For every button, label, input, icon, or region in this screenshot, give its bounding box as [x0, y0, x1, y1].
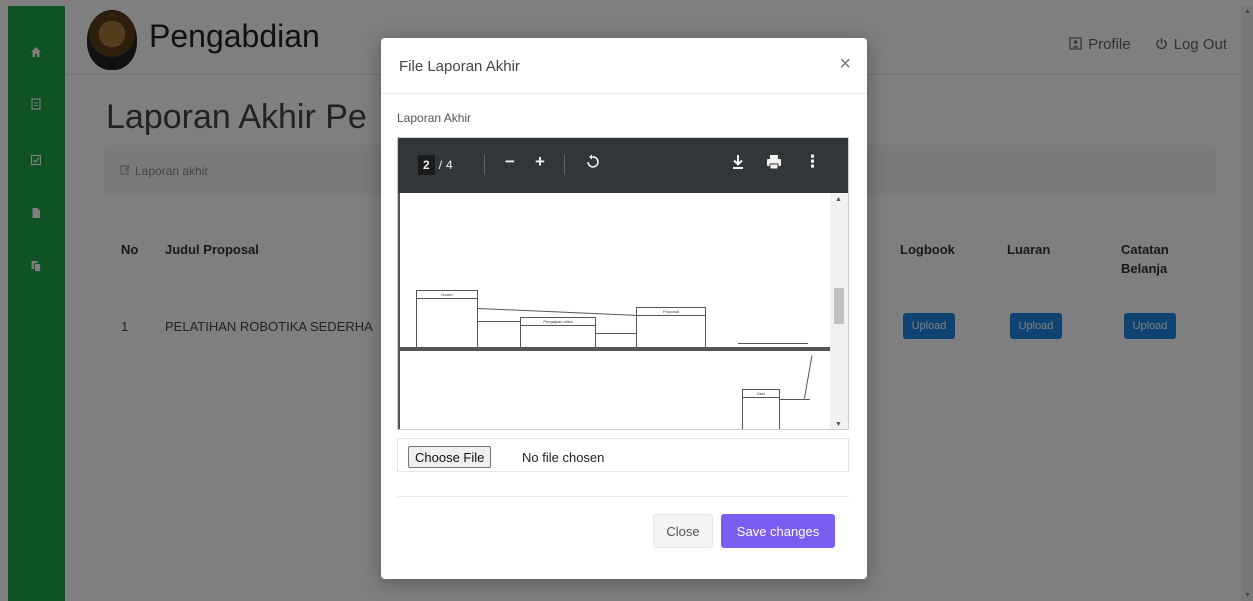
rotate-icon[interactable]	[584, 154, 600, 175]
erd-entity-user: User	[742, 389, 780, 429]
pdf-scroll-up-arrow[interactable]: ▲	[835, 196, 842, 203]
laporan-akhir-label: Laporan Akhir	[397, 111, 472, 125]
erd-relation-line	[738, 343, 808, 344]
pdf-scroll-thumb[interactable]	[834, 288, 844, 324]
erd-relation-line	[780, 399, 810, 400]
pdf-page-2: Dosen Pengajuan mitra Proposal	[400, 193, 830, 347]
pdf-total-pages: 4	[446, 158, 453, 172]
close-icon[interactable]: ×	[839, 53, 851, 76]
print-icon[interactable]	[766, 154, 782, 175]
toolbar-divider	[564, 155, 565, 175]
erd-entity-title: Proposal	[637, 308, 705, 316]
pdf-scrollbar[interactable]: ▲ ▼	[830, 193, 848, 429]
erd-relation-line	[478, 321, 520, 322]
pdf-page-input[interactable]: 2	[418, 155, 435, 175]
toolbar-divider	[484, 155, 485, 175]
erd-relation-line	[803, 355, 813, 399]
erd-entity-title: User	[743, 390, 779, 398]
pdf-viewer[interactable]: 2 / 4 − + ⋮ Dosen Pengajuan mitra Propos…	[397, 137, 849, 430]
zoom-in-icon[interactable]: +	[535, 152, 545, 172]
erd-relation-line	[477, 308, 636, 316]
close-button[interactable]: Close	[653, 514, 713, 548]
save-changes-button[interactable]: Save changes	[721, 514, 835, 548]
pdf-scroll-down-arrow[interactable]: ▼	[835, 421, 842, 428]
download-icon[interactable]	[731, 154, 745, 175]
pdf-pager: 2 / 4	[418, 155, 453, 175]
file-laporan-modal: File Laporan Akhir × Laporan Akhir 2 / 4…	[381, 38, 867, 579]
erd-entity-proposal: Proposal	[636, 307, 706, 347]
more-options-icon[interactable]: ⋮	[804, 152, 821, 172]
pdf-document-view[interactable]: Dosen Pengajuan mitra Proposal User	[398, 193, 848, 429]
erd-entity-title: Pengajuan mitra	[521, 318, 595, 326]
erd-entity-dosen: Dosen	[416, 290, 478, 347]
erd-relation-line	[596, 333, 636, 334]
modal-title: File Laporan Akhir	[399, 58, 520, 75]
pdf-toolbar: 2 / 4 − + ⋮	[398, 138, 848, 193]
file-status-text: No file chosen	[522, 450, 605, 465]
erd-entity-title: Dosen	[417, 291, 477, 299]
pdf-page-3: User	[400, 351, 830, 429]
choose-file-button[interactable]: Choose File	[408, 446, 492, 468]
pdf-page-separator: /	[438, 158, 443, 172]
zoom-out-icon[interactable]: −	[505, 152, 515, 172]
modal-footer-divider	[397, 496, 849, 497]
modal-header: File Laporan Akhir ×	[381, 38, 867, 94]
erd-entity-pengajuan-mitra: Pengajuan mitra	[520, 317, 596, 347]
file-input-row: Choose File No file chosen	[397, 438, 849, 472]
